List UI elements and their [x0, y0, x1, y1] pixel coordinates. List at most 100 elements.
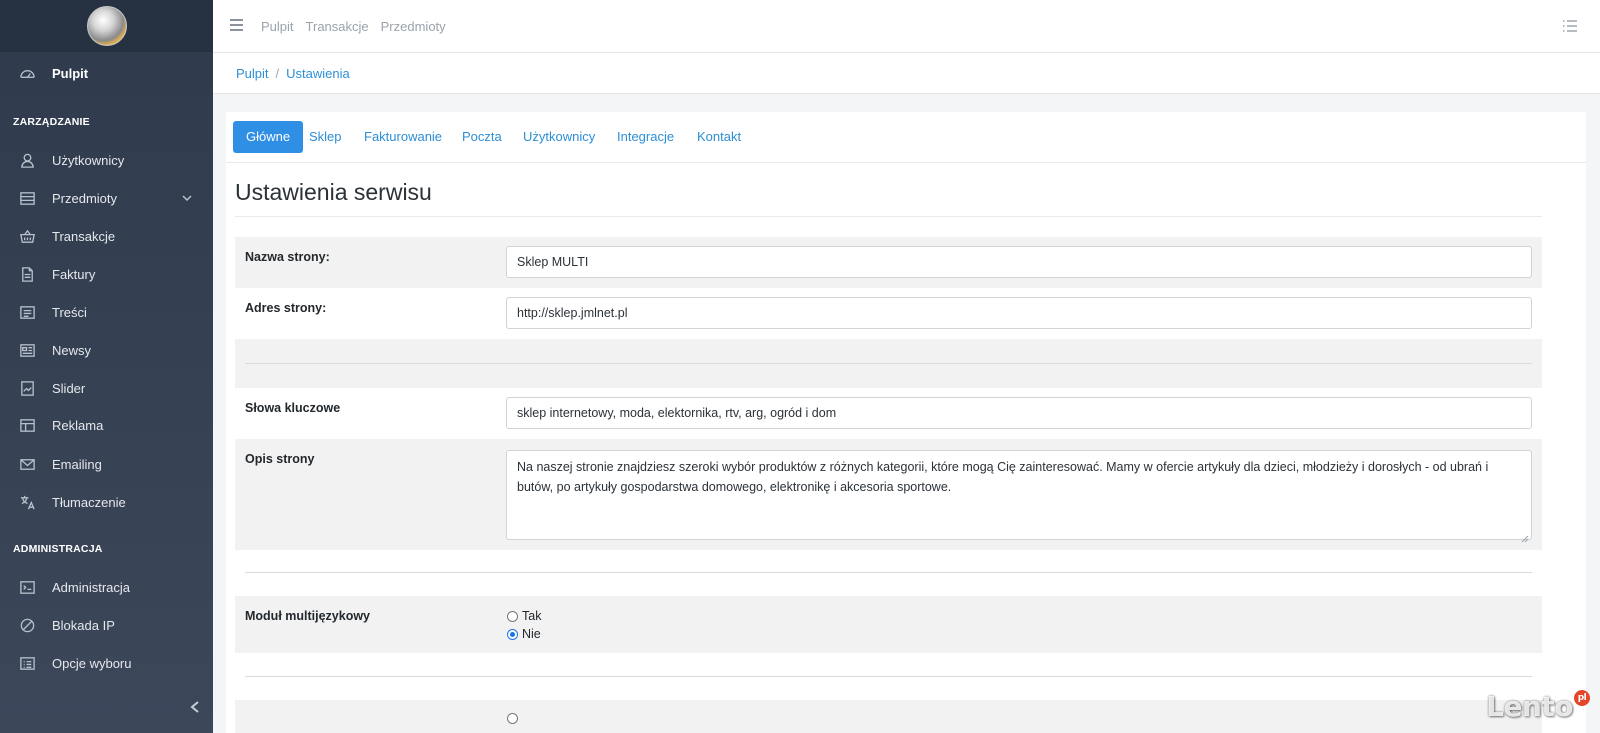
sidebar-item-transactions[interactable]: Transakcje	[0, 218, 213, 254]
tab-integrations[interactable]: Integracje	[604, 121, 687, 153]
sidebar-item-ads[interactable]: Reklama	[0, 407, 213, 443]
keywords-label: Słowa kluczowe	[245, 401, 341, 415]
logo[interactable]	[86, 6, 127, 46]
sidebar-item-label: Treści	[52, 304, 87, 320]
list-toggle-icon[interactable]	[1562, 18, 1578, 34]
multilang-option-yes[interactable]: Tak	[507, 609, 541, 623]
sidebar-item-items[interactable]: Przedmioty	[0, 180, 213, 216]
sidebar-item-label: Reklama	[52, 417, 104, 433]
form-row-keywords: Słowa kluczowe sklep internetowy, moda, …	[235, 388, 1542, 439]
top-nav: Pulpit Transakcje Przedmioty	[261, 19, 446, 34]
form-row-description: Opis strony Na naszej stronie znajdziesz…	[235, 439, 1542, 550]
watermark-logo: Lento pl	[1486, 690, 1590, 723]
form-divider	[245, 572, 1532, 573]
site-address-input[interactable]: http://sklep.jmlnet.pl	[506, 297, 1532, 329]
form-row-separator	[235, 339, 1542, 388]
site-name-input[interactable]: Sklep MULTI	[506, 246, 1532, 278]
breadcrumb-home[interactable]: Pulpit	[236, 66, 269, 81]
translate-icon	[18, 493, 36, 511]
speedometer-icon	[18, 64, 36, 82]
document-icon	[18, 265, 36, 283]
sidebar-item-label: Transakcje	[52, 228, 116, 244]
radio-no-label: Nie	[522, 627, 541, 641]
site-address-label: Adres strony:	[245, 301, 327, 315]
sidebar: Pulpit ZARZĄDZANIE Użytkownicy Przedmiot…	[0, 0, 213, 733]
sidebar-item-pulpit[interactable]: Pulpit	[0, 55, 213, 91]
multilang-option-no[interactable]: Nie	[507, 627, 541, 641]
logo-area	[0, 0, 213, 52]
multilang-label: Moduł multijęzykowy	[245, 609, 371, 623]
breadcrumb-bar: Pulpit / Ustawienia	[213, 53, 1600, 94]
description-text: Na naszej stronie znajdziesz szeroki wyb…	[517, 460, 1489, 494]
ban-icon	[18, 616, 36, 634]
radio-no[interactable]	[507, 628, 518, 640]
sidebar-item-label: Faktury	[52, 266, 96, 282]
breadcrumb: Pulpit / Ustawienia	[236, 66, 350, 81]
sidebar-item-label: Tłumaczenie	[52, 494, 126, 510]
form-row-multilang: Moduł multijęzykowy Tak Nie	[235, 596, 1542, 653]
next-option[interactable]	[507, 713, 518, 724]
content-icon	[18, 303, 36, 321]
sidebar-item-label: Przedmioty	[52, 190, 118, 206]
newspaper-icon	[18, 341, 36, 359]
tab-invoicing[interactable]: Fakturowanie	[351, 121, 455, 153]
user-icon	[18, 151, 36, 169]
form-row-next	[235, 700, 1542, 733]
keywords-input[interactable]: sklep internetowy, moda, elektornika, rt…	[506, 397, 1532, 429]
breadcrumb-current[interactable]: Ustawienia	[286, 66, 350, 81]
top-nav-pulpit[interactable]: Pulpit	[261, 19, 294, 34]
tab-users[interactable]: Użytkownicy	[510, 121, 608, 153]
top-nav-items[interactable]: Przedmioty	[381, 19, 446, 34]
layout-icon	[18, 416, 36, 434]
form-divider	[245, 676, 1532, 677]
resize-grip-icon[interactable]	[1521, 529, 1529, 543]
tab-shop[interactable]: Sklep	[296, 121, 355, 153]
title-divider	[235, 216, 1542, 217]
sidebar-item-slider[interactable]: Slider	[0, 370, 213, 406]
sidebar-item-invoices[interactable]: Faktury	[0, 256, 213, 292]
settings-card: Główne Sklep Fakturowanie Poczta Użytkow…	[226, 112, 1586, 733]
sidebar-item-label: Administracja	[52, 579, 131, 595]
sidebar-item-label: Pulpit	[52, 65, 89, 81]
envelope-icon	[18, 455, 36, 473]
description-textarea[interactable]: Na naszej stronie znajdziesz szeroki wyb…	[506, 450, 1532, 543]
sidebar-item-emailing[interactable]: Emailing	[0, 446, 213, 482]
sidebar-item-label: Blokada IP	[52, 617, 115, 633]
chevron-down-icon[interactable]	[181, 192, 193, 204]
sidebar-item-label: Slider	[52, 380, 86, 396]
form-divider	[245, 363, 1532, 364]
watermark-text: Lento	[1486, 690, 1573, 723]
breadcrumb-separator: /	[275, 66, 280, 81]
sidebar-section-administration: ADMINISTRACJA	[13, 543, 103, 555]
sidebar-item-news[interactable]: Newsy	[0, 332, 213, 368]
tab-contact[interactable]: Kontakt	[684, 121, 754, 153]
site-name-label: Nazwa strony:	[245, 250, 330, 264]
form-row-site-name: Nazwa strony: Sklep MULTI	[235, 237, 1542, 288]
hamburger-menu-icon[interactable]	[230, 19, 243, 31]
sidebar-item-administration[interactable]: Administracja	[0, 569, 213, 605]
radio-yes[interactable]	[507, 610, 518, 622]
sidebar-item-content[interactable]: Treści	[0, 294, 213, 330]
sidebar-section-management: ZARZĄDZANIE	[13, 116, 90, 128]
radio-yes-label: Tak	[522, 609, 542, 623]
sidebar-item-ip-block[interactable]: Blokada IP	[0, 607, 213, 643]
sidebar-item-label: Użytkownicy	[52, 152, 125, 168]
radio-next[interactable]	[507, 713, 518, 724]
watermark-suffix: pl	[1574, 690, 1590, 706]
description-label: Opis strony	[245, 452, 315, 466]
slider-icon	[18, 379, 36, 397]
page-title: Ustawienia serwisu	[235, 179, 432, 205]
tab-main[interactable]: Główne	[233, 121, 304, 153]
sidebar-item-label: Opcje wyboru	[52, 655, 132, 671]
settings-tabs: Główne Sklep Fakturowanie Poczta Użytkow…	[226, 112, 1586, 163]
sidebar-item-translation[interactable]: Tłumaczenie	[0, 484, 213, 520]
sidebar-item-options[interactable]: Opcje wyboru	[0, 645, 213, 681]
sidebar-item-users[interactable]: Użytkownicy	[0, 142, 213, 178]
basket-icon	[18, 227, 36, 245]
tab-mail[interactable]: Poczta	[449, 121, 515, 153]
top-nav-transactions[interactable]: Transakcje	[306, 19, 369, 34]
sidebar-item-label: Newsy	[52, 342, 92, 358]
top-header: Pulpit Transakcje Przedmioty	[213, 0, 1600, 53]
sidebar-collapse-chevron-left-icon[interactable]	[189, 700, 203, 716]
options-icon	[18, 654, 36, 672]
